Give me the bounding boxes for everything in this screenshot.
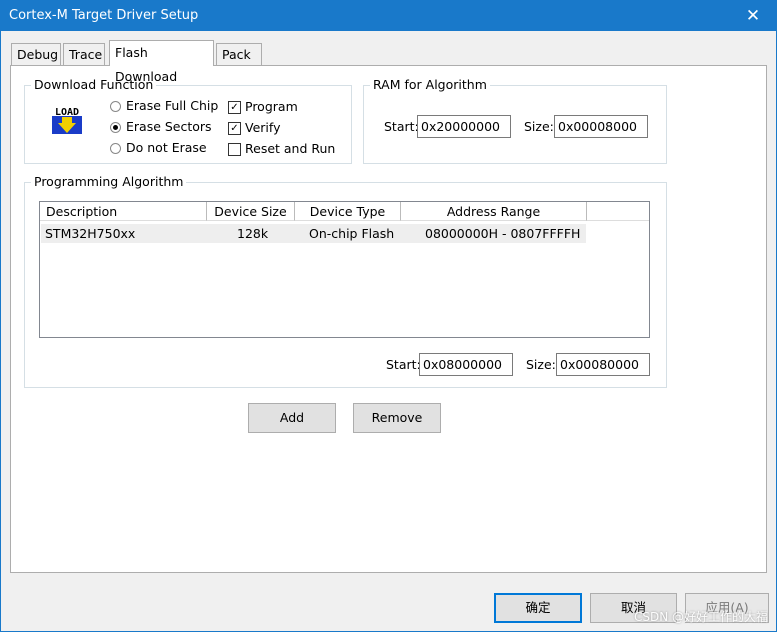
remove-button[interactable]: Remove	[353, 403, 441, 433]
watermark-text: CSDN @好好工作的大福	[633, 610, 768, 624]
do-not-erase-label[interactable]: Do not Erase	[126, 140, 207, 155]
window-title: Cortex-M Target Driver Setup	[9, 8, 199, 23]
tab-pack[interactable]: Pack	[216, 43, 262, 65]
ram-for-algorithm-label: RAM for Algorithm	[370, 77, 490, 92]
dialog-window: Cortex-M Target Driver Setup ✕ Debug Tra…	[0, 0, 777, 632]
do-not-erase-radio[interactable]	[110, 143, 121, 154]
algorithm-size-input[interactable]: 0x00080000	[556, 353, 650, 376]
algorithm-start-label: Start:	[386, 357, 421, 372]
algorithm-size-label: Size:	[526, 357, 556, 372]
program-label[interactable]: Program	[245, 99, 298, 114]
cell-address-range: 08000000H - 0807FFFFH	[425, 226, 581, 241]
tab-trace[interactable]: Trace	[63, 43, 105, 65]
column-header-device-type[interactable]: Device Type	[295, 202, 401, 221]
cell-device-size: 128k	[237, 226, 269, 241]
erase-full-chip-label[interactable]: Erase Full Chip	[126, 98, 218, 113]
column-header-filler	[587, 202, 649, 221]
ram-size-input[interactable]: 0x00008000	[554, 115, 648, 138]
ram-start-label: Start:	[384, 119, 419, 134]
reset-and-run-checkbox[interactable]	[228, 143, 241, 156]
verify-label[interactable]: Verify	[245, 120, 280, 135]
cell-description: STM32H750xx	[45, 226, 136, 241]
column-header-address-range[interactable]: Address Range	[401, 202, 587, 221]
load-icon: LOAD	[52, 107, 82, 134]
svg-text:LOAD: LOAD	[55, 107, 79, 118]
cell-device-type: On-chip Flash	[309, 226, 395, 241]
table-row[interactable]: STM32H750xx 128k On-chip Flash 08000000H…	[41, 224, 586, 243]
add-button[interactable]: Add	[248, 403, 336, 433]
programming-algorithm-label: Programming Algorithm	[31, 174, 187, 189]
verify-checkbox[interactable]: ✓	[228, 122, 241, 135]
title-bar[interactable]: Cortex-M Target Driver Setup ✕	[1, 1, 776, 31]
reset-and-run-label[interactable]: Reset and Run	[245, 141, 335, 156]
ram-size-label: Size:	[524, 119, 554, 134]
erase-sectors-radio[interactable]	[110, 122, 121, 133]
algorithm-list[interactable]: Description Device Size Device Type Addr…	[39, 201, 650, 338]
algorithm-start-input[interactable]: 0x08000000	[419, 353, 513, 376]
ram-start-input[interactable]: 0x20000000	[417, 115, 511, 138]
column-header-device-size[interactable]: Device Size	[207, 202, 295, 221]
close-button[interactable]: ✕	[730, 1, 776, 31]
erase-full-chip-radio[interactable]	[110, 101, 121, 112]
ok-button[interactable]: 确定	[494, 593, 582, 623]
column-header-description[interactable]: Description	[40, 202, 207, 221]
tab-debug[interactable]: Debug	[11, 43, 61, 65]
program-checkbox[interactable]: ✓	[228, 101, 241, 114]
erase-sectors-label[interactable]: Erase Sectors	[126, 119, 212, 134]
tab-flash-download[interactable]: Flash Download	[109, 40, 214, 84]
